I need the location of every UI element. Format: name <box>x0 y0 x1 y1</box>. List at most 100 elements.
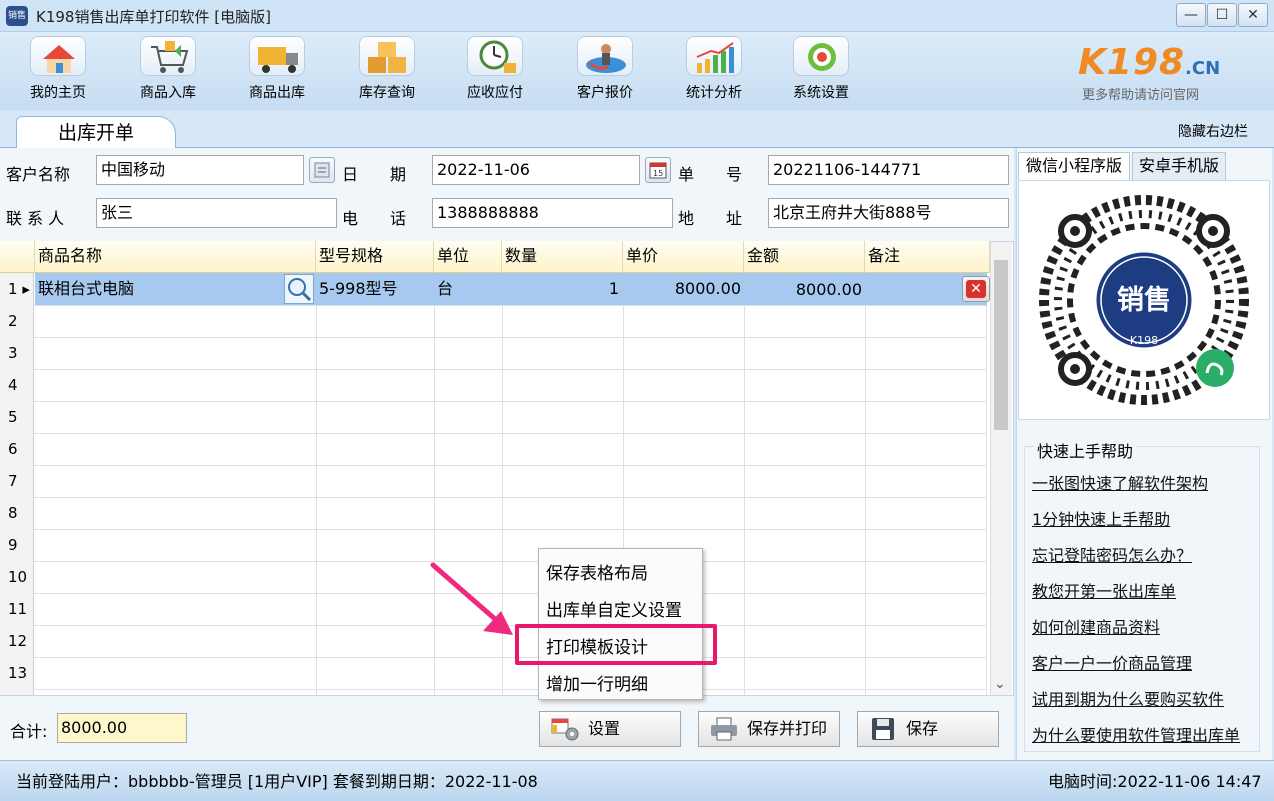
help-link-first-order[interactable]: 教您开第一张出库单 <box>1032 578 1176 602</box>
cell-amount[interactable]: 8000.00 <box>744 274 862 306</box>
toolbar-statistics[interactable]: 统计分析 <box>666 36 762 106</box>
row-number: 4 <box>0 369 34 401</box>
home-icon <box>30 36 86 76</box>
help-link-forgot-password[interactable]: 忘记登陆密码怎么办？ <box>1032 542 1192 566</box>
cart-icon <box>140 36 196 76</box>
toolbar-quote[interactable]: 客户报价 <box>557 36 653 106</box>
toolbar-label: 商品入库 <box>140 85 196 101</box>
cell-qty[interactable]: 1 <box>502 273 619 305</box>
grid-line <box>986 273 987 695</box>
logo-text: K198 <box>1078 42 1186 83</box>
help-link-create-product[interactable]: 如何创建商品资料 <box>1032 614 1160 638</box>
sum-input[interactable]: 8000.00 <box>57 713 187 743</box>
column-header-qty[interactable]: 数量 <box>502 241 623 273</box>
toolbar-stock-in[interactable]: 商品入库 <box>120 36 216 106</box>
floppy-disk-icon <box>868 717 898 741</box>
scroll-down-icon[interactable]: ⌄ <box>994 676 1006 692</box>
row-number: 3 <box>0 337 34 369</box>
menu-item-custom-settings[interactable]: 出库单自定义设置 <box>546 596 682 621</box>
highlight-box <box>515 624 717 665</box>
column-header-unit[interactable]: 单位 <box>434 241 502 273</box>
tab-stock-out[interactable]: 出库开单 <box>16 116 176 149</box>
grid-corner <box>0 241 35 273</box>
menu-item-save-layout[interactable]: 保存表格布局 <box>546 559 648 584</box>
cell-unit[interactable]: 台 <box>437 273 453 305</box>
grid-line <box>34 369 986 370</box>
save-and-print-label: 保存并打印 <box>747 719 828 738</box>
cell-price[interactable]: 8000.00 <box>623 273 741 305</box>
window-title: K198销售出库单打印软件 [电脑版] <box>36 8 271 26</box>
column-header-amount[interactable]: 金额 <box>744 241 865 273</box>
logo-subtitle-link[interactable]: 更多帮助请访问官网 <box>1082 84 1199 103</box>
row-number: 6 <box>0 433 34 465</box>
grid-line <box>34 337 986 338</box>
column-header-name[interactable]: 商品名称 <box>35 241 316 273</box>
cell-product-name[interactable]: 联相台式电脑 <box>38 273 134 305</box>
hide-right-panel-link[interactable]: 隐藏右边栏 <box>1178 121 1248 141</box>
delete-x-icon: ✕ <box>966 280 986 298</box>
toolbar-home[interactable]: 我的主页 <box>10 36 106 106</box>
table-gear-icon <box>550 717 580 741</box>
help-link-why-buy[interactable]: 试用到期为什么要购买软件 <box>1032 686 1224 710</box>
date-input[interactable]: 2022-11-06 <box>432 155 640 185</box>
list-icon <box>314 162 330 178</box>
column-header-spec[interactable]: 型号规格 <box>316 241 434 273</box>
row-number: 11 <box>0 593 34 625</box>
magnifier-icon <box>288 278 312 302</box>
close-button[interactable]: ✕ <box>1238 3 1268 27</box>
date-label: 日 期 <box>342 165 407 184</box>
tab-android[interactable]: 安卓手机版 <box>1132 152 1226 180</box>
truck-icon <box>249 36 305 76</box>
logo-domain: .CN <box>1185 58 1221 79</box>
sum-label: 合计: <box>10 722 48 741</box>
tab-wechat-miniprogram[interactable]: 微信小程序版 <box>1018 152 1130 180</box>
maximize-button[interactable]: ☐ <box>1207 3 1237 27</box>
customer-picker-button[interactable] <box>309 157 335 183</box>
calendar-icon: 15 <box>649 162 667 179</box>
delete-row-button[interactable]: ✕ <box>962 276 990 302</box>
row-number: 8 <box>0 497 34 529</box>
address-label: 地 址 <box>678 209 743 228</box>
row-number: 7 <box>0 465 34 497</box>
column-header-remark[interactable]: 备注 <box>865 241 990 273</box>
help-link-quick-start[interactable]: 1分钟快速上手帮助 <box>1032 506 1170 530</box>
scrollbar-thumb[interactable] <box>994 260 1008 430</box>
settings-button[interactable]: 设置 <box>539 711 681 747</box>
grid-line <box>34 401 986 402</box>
menu-item-add-row[interactable]: 增加一行明细 <box>546 670 648 695</box>
row-number: 5 <box>0 401 34 433</box>
column-header-price[interactable]: 单价 <box>623 241 744 273</box>
save-button-label: 保存 <box>906 719 939 738</box>
date-picker-button[interactable]: 15 <box>645 157 671 183</box>
grid-line <box>34 657 986 658</box>
customer-label: 客户名称 <box>6 165 71 184</box>
toolbar-label: 客户报价 <box>577 85 633 101</box>
address-input[interactable]: 北京王府井大街888号 <box>768 198 1009 228</box>
svg-text:15: 15 <box>653 169 663 178</box>
order-number-input[interactable]: 20221106-144771 <box>768 155 1009 185</box>
save-button[interactable]: 保存 <box>857 711 999 747</box>
help-link-why-software[interactable]: 为什么要使用软件管理出库单 <box>1032 722 1240 746</box>
save-and-print-button[interactable]: 保存并打印 <box>698 711 840 747</box>
toolbar-settings[interactable]: 系统设置 <box>773 36 869 106</box>
toolbar-stock-out[interactable]: 商品出库 <box>229 36 325 106</box>
product-search-button[interactable] <box>284 274 314 304</box>
grid-line <box>34 433 986 434</box>
boxes-icon <box>359 36 415 76</box>
customer-input[interactable]: 中国移动 <box>96 155 304 185</box>
help-link-architecture[interactable]: 一张图快速了解软件架构 <box>1032 470 1208 494</box>
phone-input[interactable]: 1388888888 <box>432 198 673 228</box>
status-user-info: 当前登陆用户：bbbbbb-管理员 [1用户VIP] 套餐到期日期：2022-1… <box>16 772 538 791</box>
contact-label: 联 系 人 <box>6 209 65 228</box>
row-number: 9 <box>0 529 34 561</box>
toolbar-inventory[interactable]: 库存查询 <box>339 36 435 106</box>
row-number: 13 <box>0 657 34 695</box>
toolbar-receivables[interactable]: 应收应付 <box>447 36 543 106</box>
cell-spec[interactable]: 5-998型号 <box>319 273 398 305</box>
bar-chart-icon <box>686 36 742 76</box>
printer-icon <box>709 717 739 741</box>
help-link-customer-pricing[interactable]: 客户一户一价商品管理 <box>1032 650 1192 674</box>
contact-input[interactable]: 张三 <box>96 198 337 228</box>
app-icon: 销售 <box>6 6 28 26</box>
minimize-button[interactable]: — <box>1176 3 1206 27</box>
